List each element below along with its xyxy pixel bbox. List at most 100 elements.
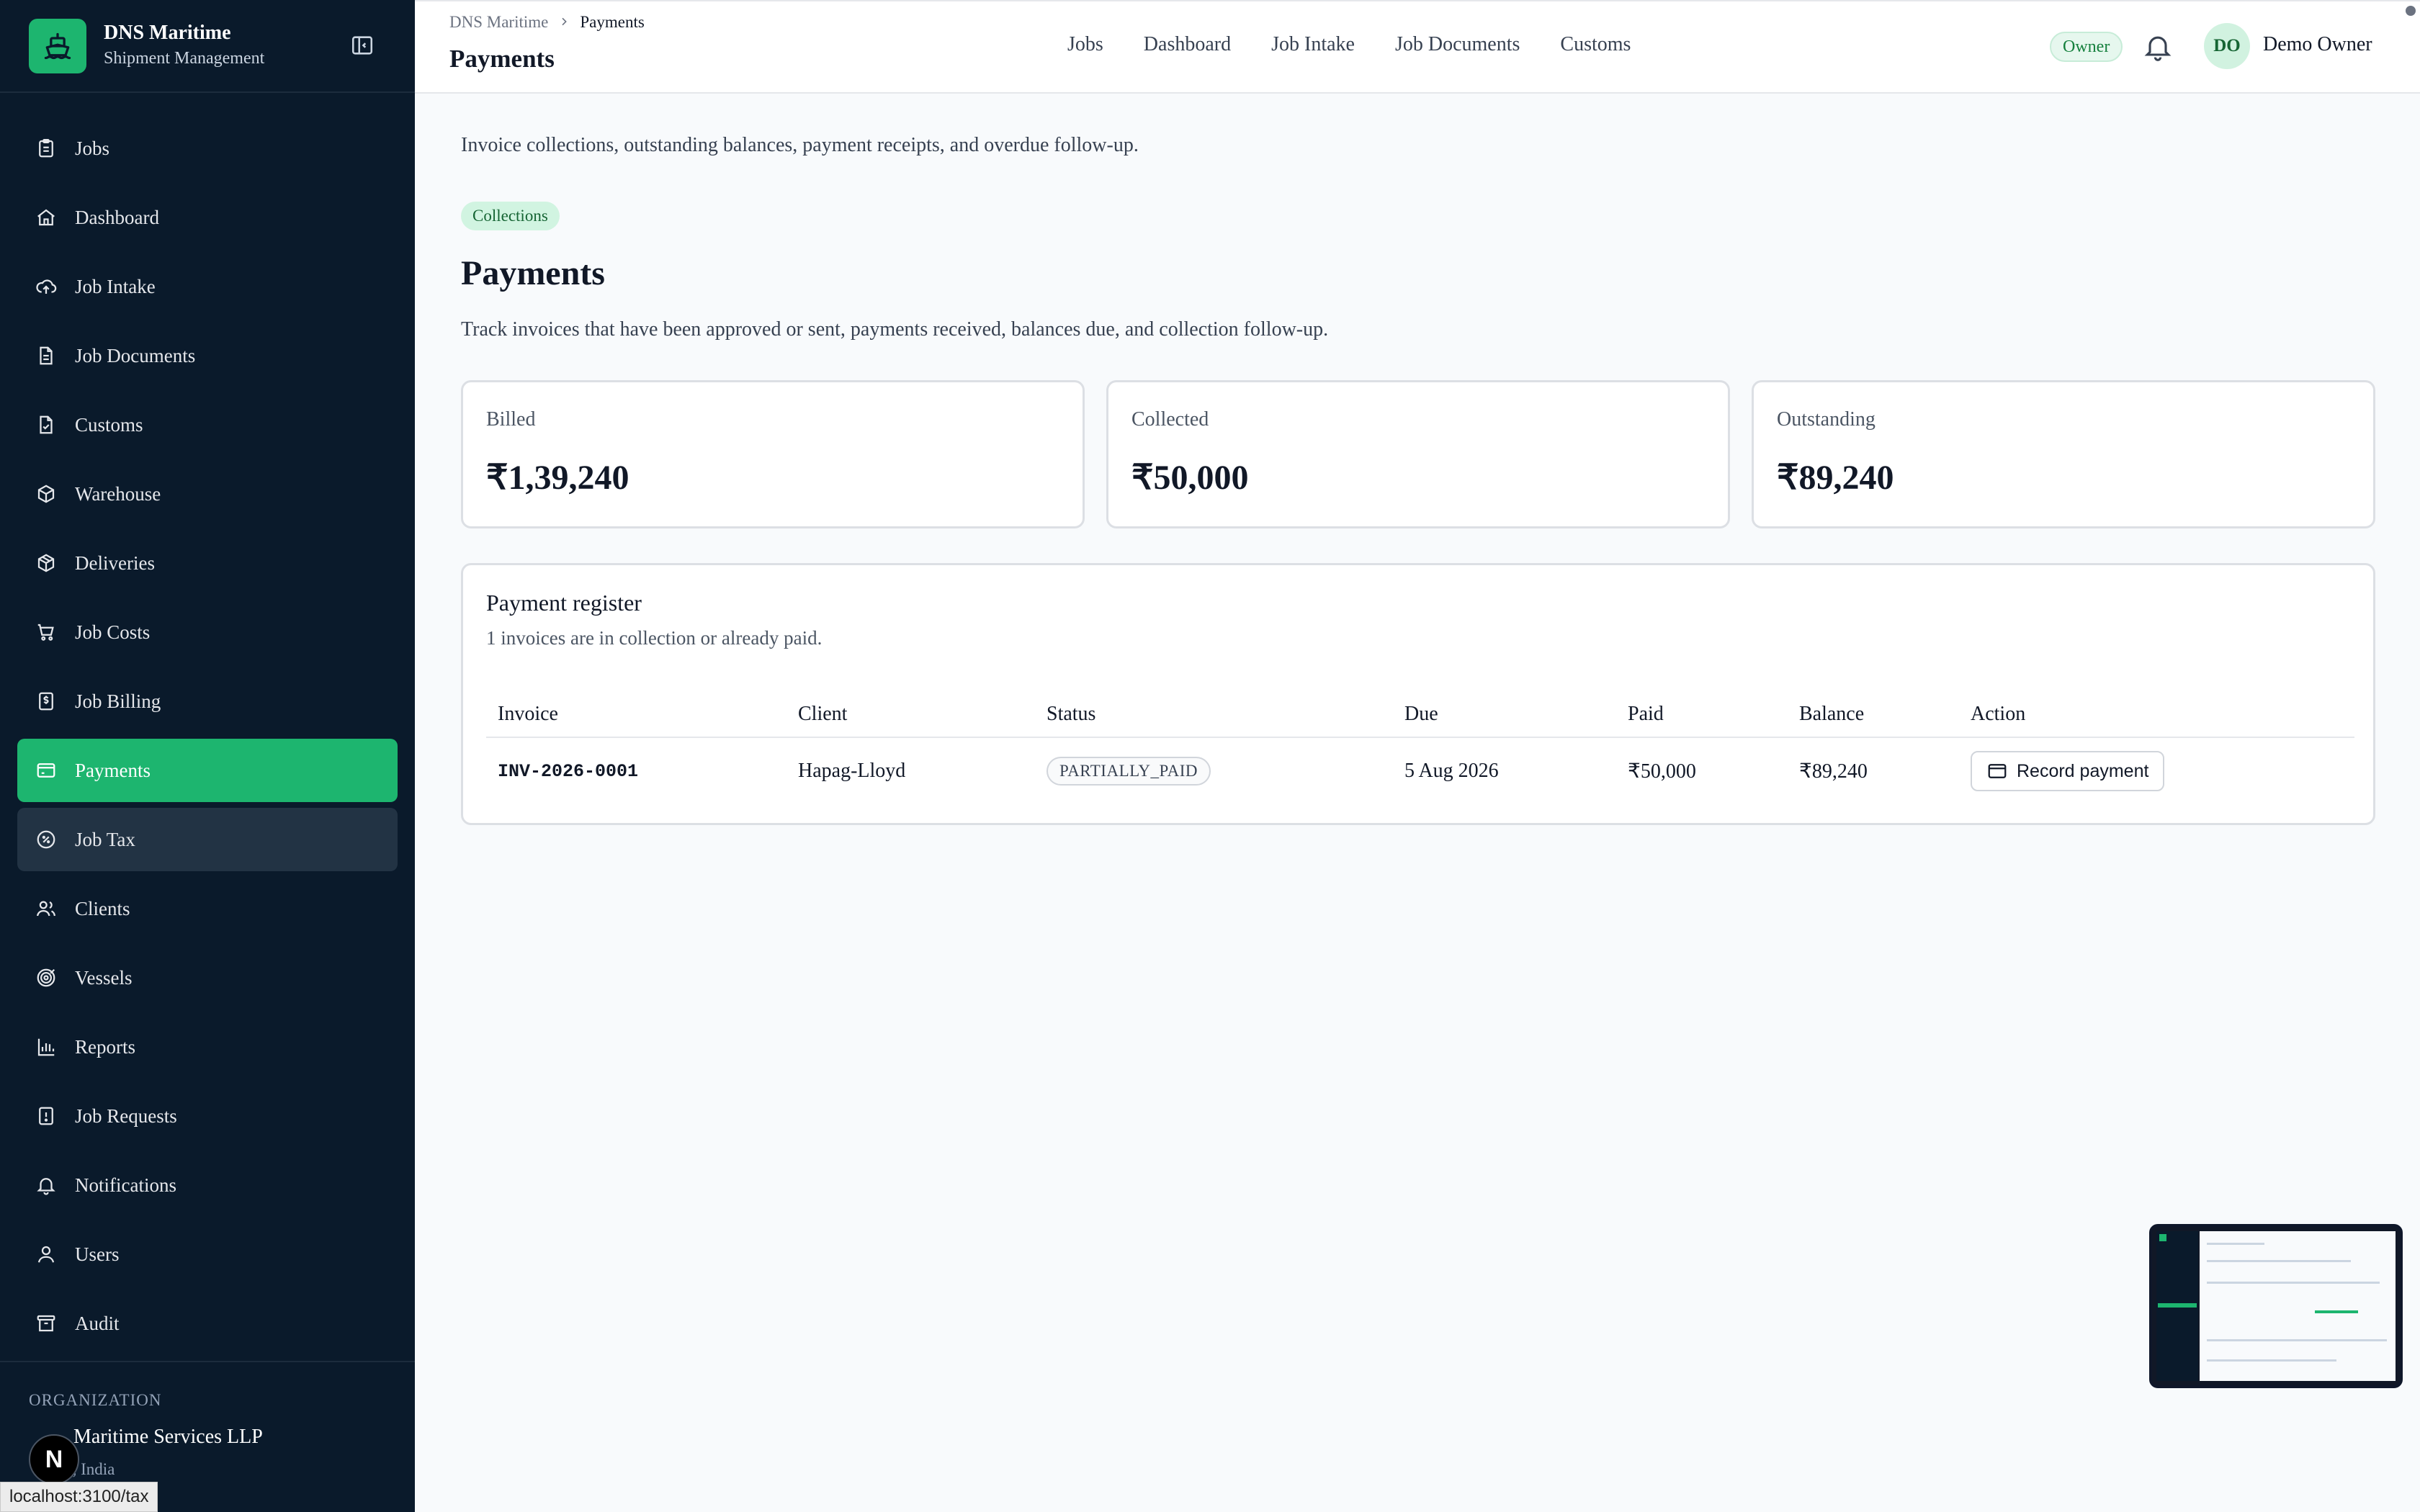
org-label: ORGANIZATION (29, 1391, 162, 1409)
bell-icon (35, 1174, 58, 1197)
alert-file-icon (35, 1104, 58, 1128)
thumbnail-line (2207, 1282, 2380, 1284)
column-header-client: Client (798, 703, 848, 725)
sidebar-item-label: Reports (75, 1035, 135, 1058)
sidebar-item-clients[interactable]: Clients (17, 877, 398, 940)
record-payment-label: Record payment (2017, 760, 2149, 781)
stat-value: ₹1,39,240 (486, 459, 629, 497)
sidebar-item-job-billing[interactable]: Job Billing (17, 670, 398, 733)
sidebar-item-label: Notifications (75, 1174, 176, 1196)
invoice-number[interactable]: INV-2026-0001 (498, 739, 638, 803)
corner-indicator (2406, 6, 2416, 16)
chevron-right-icon (558, 13, 570, 32)
sidebar-item-audit[interactable]: Audit (17, 1292, 398, 1355)
receipt-icon (35, 690, 58, 713)
page-title: Payments (449, 45, 555, 73)
sidebar-item-vessels[interactable]: Vessels (17, 946, 398, 1009)
sidebar-item-job-requests[interactable]: Job Requests (17, 1084, 398, 1148)
target-icon (35, 966, 58, 989)
page-intro: Invoice collections, outstanding balance… (461, 134, 1139, 156)
package-icon (35, 482, 58, 505)
wallet-icon (35, 759, 58, 782)
thumbnail-line (2207, 1260, 2351, 1262)
clipboard-icon (35, 137, 58, 160)
ship-logo-icon (29, 19, 86, 73)
sidebar-item-warehouse[interactable]: Warehouse (17, 462, 398, 526)
column-header-balance: Balance (1799, 703, 1865, 725)
sidebar-divider (0, 91, 415, 93)
sidebar-item-notifications[interactable]: Notifications (17, 1153, 398, 1217)
sidebar-item-users[interactable]: Users (17, 1223, 398, 1286)
brand-title: DNS Maritime (104, 22, 231, 44)
sidebar-item-job-tax[interactable]: Job Tax (17, 808, 398, 871)
client-name: Hapag-Lloyd (798, 760, 906, 782)
action-cell: Record payment (1971, 739, 2165, 803)
stat-value: ₹50,000 (1131, 459, 1249, 497)
bar-chart-icon (35, 1035, 58, 1058)
box-icon (35, 552, 58, 575)
sidebar: DNS Maritime Shipment Management Jobs Da… (0, 0, 415, 1512)
section-tag: Collections (461, 202, 560, 230)
sidebar-item-label: Job Documents (75, 344, 196, 366)
stat-card-collected: Collected ₹50,000 (1106, 380, 1730, 528)
column-header-paid: Paid (1628, 703, 1664, 725)
sidebar-item-job-costs[interactable]: Job Costs (17, 600, 398, 664)
sidebar-item-label: Job Intake (75, 275, 156, 297)
record-payment-button[interactable]: Record payment (1971, 751, 2165, 791)
page-description: Track invoices that have been approved o… (461, 318, 1329, 341)
sidebar-item-reports[interactable]: Reports (17, 1015, 398, 1079)
thumbnail-line (2207, 1359, 2336, 1362)
status-bar-url: localhost:3100/tax (0, 1482, 158, 1512)
sidebar-item-job-intake[interactable]: Job Intake (17, 255, 398, 318)
breadcrumb-root[interactable]: DNS Maritime (449, 13, 548, 32)
sidebar-item-dashboard[interactable]: Dashboard (17, 186, 398, 249)
user-name[interactable]: Demo Owner (2263, 33, 2372, 56)
breadcrumb-current: Payments (580, 13, 645, 31)
thumbnail-active-item (2158, 1303, 2197, 1308)
thumbnail-logo (2159, 1234, 2166, 1241)
column-header-due: Due (1404, 703, 1438, 725)
org-divider (0, 1361, 415, 1362)
collapse-sidebar-icon[interactable] (350, 33, 375, 58)
sidebar-nav: Jobs Dashboard Job Intake Job Documents … (17, 117, 398, 1361)
sidebar-item-customs[interactable]: Customs (17, 393, 398, 456)
sidebar-item-label: Deliveries (75, 552, 155, 574)
top-nav-jobs[interactable]: Jobs (1067, 33, 1103, 56)
topbar: DNS Maritime Payments Payments Jobs Dash… (415, 0, 2420, 94)
thumbnail-line (2207, 1243, 2264, 1245)
sidebar-item-deliveries[interactable]: Deliveries (17, 531, 398, 595)
thumbnail-line (2207, 1339, 2387, 1341)
main-content: Invoice collections, outstanding balance… (415, 94, 2420, 1512)
register-title: Payment register (486, 590, 642, 616)
top-nav-customs[interactable]: Customs (1560, 33, 1631, 56)
screen-preview-thumbnail[interactable] (2149, 1224, 2403, 1388)
column-header-invoice: Invoice (498, 703, 558, 725)
stat-label: Outstanding (1777, 408, 1876, 431)
avatar[interactable]: DO (2204, 23, 2250, 69)
balance-amount: ₹89,240 (1799, 760, 1868, 783)
top-nav: Jobs Dashboard Job Intake Job Documents … (1067, 33, 1671, 56)
sidebar-item-label: Warehouse (75, 482, 161, 505)
sidebar-item-job-documents[interactable]: Job Documents (17, 324, 398, 387)
brand[interactable]: DNS Maritime Shipment Management (29, 19, 386, 75)
stat-label: Billed (486, 408, 536, 431)
page-heading: Payments (461, 254, 605, 292)
nextjs-dev-badge-icon[interactable]: N (29, 1434, 79, 1485)
sidebar-item-jobs[interactable]: Jobs (17, 117, 398, 180)
sidebar-item-label: Dashboard (75, 206, 159, 228)
notifications-bell-icon[interactable] (2142, 30, 2174, 63)
column-header-action: Action (1971, 703, 2026, 725)
thumbnail-accent (2315, 1310, 2358, 1313)
sidebar-item-label: Vessels (75, 966, 133, 989)
role-badge: Owner (2050, 32, 2123, 62)
stat-value: ₹89,240 (1777, 459, 1894, 497)
home-icon (35, 206, 58, 229)
top-nav-job-intake[interactable]: Job Intake (1271, 33, 1355, 56)
sidebar-item-label: Job Requests (75, 1104, 177, 1127)
top-nav-job-documents[interactable]: Job Documents (1395, 33, 1520, 56)
top-nav-dashboard[interactable]: Dashboard (1144, 33, 1231, 56)
user-icon (35, 1243, 58, 1266)
cart-icon (35, 621, 58, 644)
sidebar-item-payments[interactable]: Payments (17, 739, 398, 802)
document-icon (35, 344, 58, 367)
